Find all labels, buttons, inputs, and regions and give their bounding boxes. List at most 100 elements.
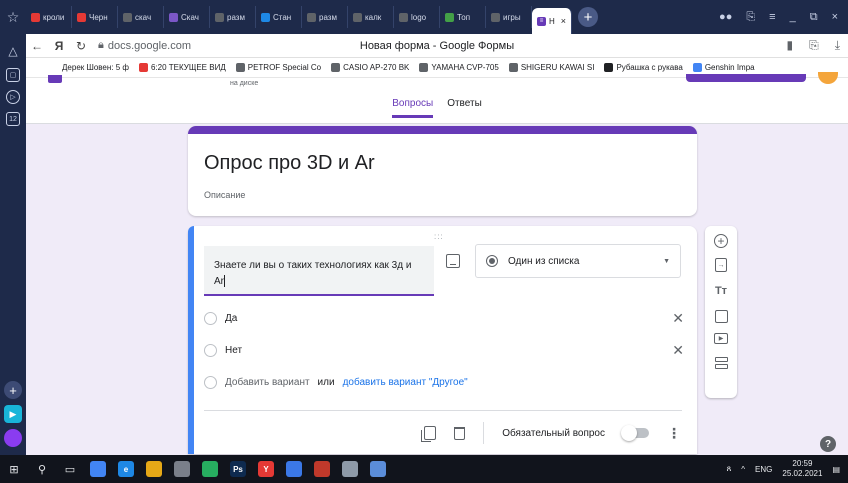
collections-icon[interactable]: ▢: [6, 68, 20, 82]
tray-expand-icon[interactable]: ^: [741, 465, 745, 474]
forms-logo-icon[interactable]: [48, 75, 62, 83]
add-question-icon[interactable]: +: [714, 234, 728, 248]
taskbar-app-icon[interactable]: [336, 455, 364, 483]
bookmark-item[interactable]: CASIO AP-270 BK: [331, 63, 409, 72]
taskbar-app-icon[interactable]: [308, 455, 336, 483]
tab-answers[interactable]: Ответы: [447, 98, 482, 118]
tab-label: скач: [135, 12, 152, 22]
add-video-icon[interactable]: ▶: [714, 333, 728, 344]
delete-icon[interactable]: [454, 426, 466, 440]
taskbar-app-icon[interactable]: [84, 455, 112, 483]
add-other-button[interactable]: добавить вариант "Другое": [343, 377, 468, 388]
windows-start-icon[interactable]: ⊞: [0, 455, 28, 483]
browser-tab[interactable]: Черн: [72, 6, 118, 28]
add-image-icon[interactable]: [714, 310, 728, 323]
tab-label: калк: [365, 12, 382, 22]
taskbar-app-icon[interactable]: [364, 455, 392, 483]
reader-icon[interactable]: ⎘: [809, 38, 819, 53]
import-questions-icon[interactable]: →: [715, 258, 727, 272]
browser-tab[interactable]: Топ: [440, 6, 486, 28]
option-label[interactable]: Нет: [225, 345, 242, 356]
dropdown-arrow-icon: ▼: [663, 257, 670, 265]
browser-tab[interactable]: скач: [118, 6, 164, 28]
bookmark-favicon-icon: [692, 63, 702, 72]
drag-handle-icon[interactable]: :::: [434, 232, 444, 241]
app-glyph: e: [118, 461, 134, 477]
tab-active[interactable]: ≡ Н ×: [532, 8, 573, 34]
url-field[interactable]: 🔒︎ docs.google.com: [98, 39, 191, 52]
calendar-icon[interactable]: 12: [6, 112, 20, 126]
tab-label: игры: [503, 12, 521, 22]
send-button[interactable]: [686, 74, 806, 82]
user-icon[interactable]: ጸ: [727, 464, 732, 474]
minimize-icon[interactable]: _: [790, 11, 796, 23]
task-view-icon[interactable]: ▭: [56, 455, 84, 483]
add-title-icon[interactable]: Tт: [712, 282, 730, 300]
add-option-button[interactable]: Добавить вариант: [225, 377, 310, 388]
required-toggle[interactable]: [621, 425, 649, 441]
browser-tab[interactable]: logo: [394, 6, 440, 28]
option-label[interactable]: Да: [225, 313, 237, 324]
tab-questions[interactable]: Вопросы: [392, 98, 434, 118]
add-panel-icon[interactable]: +: [4, 381, 22, 399]
remove-option-icon[interactable]: ✕: [672, 342, 684, 359]
bookmark-label: Дерек Шовен: 5 ф: [62, 63, 129, 72]
tab-label: Черн: [89, 12, 108, 22]
browser-tab[interactable]: Стан: [256, 6, 302, 28]
taskbar-app-icon[interactable]: e: [112, 455, 140, 483]
help-icon[interactable]: ?: [820, 436, 836, 452]
browser-tab[interactable]: игры: [486, 6, 532, 28]
close-window-icon[interactable]: ×: [832, 11, 838, 23]
bookmark-item[interactable]: Genshin Impa: [692, 63, 755, 72]
browser-tab[interactable]: разм: [210, 6, 256, 28]
menu-icon[interactable]: ≡: [769, 11, 775, 23]
taskbar-app-icon[interactable]: [196, 455, 224, 483]
clock[interactable]: 20:59 25.02.2021: [782, 459, 822, 479]
duplicate-icon[interactable]: [421, 426, 437, 442]
taskbar-app-icon[interactable]: [168, 455, 196, 483]
bookmark-manager-icon[interactable]: ⎘: [746, 11, 755, 24]
form-title[interactable]: Опрос про 3D и Ar: [204, 152, 375, 175]
bookmark-item[interactable]: PETROF Special Co: [235, 63, 321, 72]
reload-icon[interactable]: ↻: [70, 39, 92, 53]
bookmark-item[interactable]: SHIGERU KAWAI SI: [508, 63, 594, 72]
close-tab-icon[interactable]: ×: [561, 16, 566, 26]
taskbar-app-icon[interactable]: [280, 455, 308, 483]
question-type-select[interactable]: Один из списка ▼: [475, 244, 681, 278]
bookmark-item[interactable]: YAMAHA CVP-705: [419, 63, 499, 72]
more-options-icon[interactable]: ⋮: [667, 425, 681, 442]
browser-tab[interactable]: калк: [348, 6, 394, 28]
back-icon[interactable]: ←: [26, 39, 48, 53]
taskbar-app-icon[interactable]: Y: [252, 455, 280, 483]
system-tray: ጸ ^ ENG 20:59 25.02.2021 ▤: [727, 459, 848, 479]
taskbar-app-icon[interactable]: Ps: [224, 455, 252, 483]
add-section-icon[interactable]: [712, 354, 730, 372]
restore-icon[interactable]: ⧉: [810, 11, 818, 24]
add-image-icon[interactable]: [446, 254, 460, 268]
bookmark-favicon-icon: [508, 63, 518, 72]
question-input[interactable]: Знаете ли вы о таких технологиях как 3д …: [204, 246, 434, 296]
remove-option-icon[interactable]: ✕: [672, 310, 684, 327]
alerts-icon[interactable]: △: [4, 42, 22, 60]
incognito-icon[interactable]: ●●: [719, 11, 732, 23]
play-icon[interactable]: ▷: [6, 90, 20, 104]
avatar[interactable]: [818, 72, 838, 84]
messenger-icon[interactable]: ▶: [4, 405, 22, 423]
star-icon[interactable]: ☆: [0, 0, 26, 34]
bookmark-icon[interactable]: ▮: [786, 38, 793, 53]
bookmark-item[interactable]: Рубашка с рукава: [604, 63, 683, 72]
yandex-logo-icon[interactable]: Я: [48, 39, 70, 53]
bookmark-item[interactable]: Дерек Шовен: 5 ф: [62, 63, 129, 72]
language-indicator[interactable]: ENG: [755, 465, 772, 474]
alice-icon[interactable]: [4, 429, 22, 447]
browser-tab[interactable]: кроли: [26, 6, 72, 28]
browser-tab[interactable]: Скач: [164, 6, 210, 28]
search-icon[interactable]: ⚲: [28, 455, 56, 483]
notifications-icon[interactable]: ▤: [832, 465, 840, 474]
bookmark-item[interactable]: 6:20 ТЕКУЩЕЕ ВИД: [139, 63, 226, 72]
taskbar-app-icon[interactable]: [140, 455, 168, 483]
new-tab-button[interactable]: +: [578, 7, 599, 27]
browser-tab[interactable]: разм: [302, 6, 348, 28]
download-icon[interactable]: ⤓: [835, 38, 840, 53]
form-description[interactable]: Описание: [204, 190, 245, 200]
